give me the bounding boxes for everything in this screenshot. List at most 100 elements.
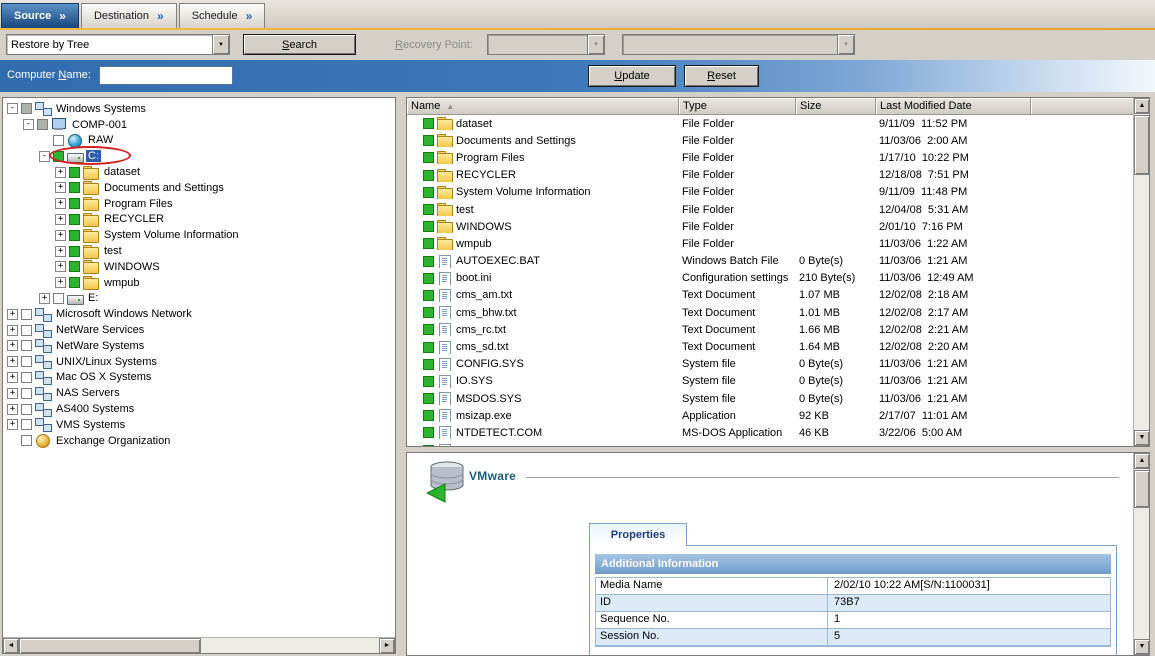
table-row[interactable]: cms_am.txtText Document1.07 MB12/02/08 2… [407,287,1133,304]
file-list-scrollbar[interactable]: ▲ ▼ [1133,98,1149,446]
tree-expander[interactable]: + [7,419,18,430]
tree-item[interactable]: -COMP-001 [3,117,395,133]
tree-checkbox[interactable] [21,419,32,430]
table-row[interactable]: testFile Folder12/04/08 5:31 AM [407,201,1133,218]
tree-checkbox[interactable] [21,404,32,415]
scrollbar-thumb[interactable] [19,638,201,654]
tree-checkbox[interactable] [21,340,32,351]
scroll-down-button[interactable]: ▼ [1134,430,1150,446]
scroll-up-button[interactable]: ▲ [1134,98,1150,114]
search-button[interactable]: Search [243,34,356,55]
table-row[interactable]: cms_sd.txtText Document1.64 MB12/02/08 2… [407,338,1133,355]
tree-item[interactable]: +NetWare Services [3,322,395,338]
tree-item[interactable]: -Windows Systems [3,101,395,117]
row-checkbox[interactable] [423,152,434,163]
row-checkbox[interactable] [423,342,434,353]
row-checkbox[interactable] [423,376,434,387]
tree-checkbox[interactable] [21,435,32,446]
tree-expander[interactable]: + [55,246,66,257]
tab-properties[interactable]: Properties [589,523,687,546]
tree-item[interactable]: +Documents and Settings [3,180,395,196]
row-checkbox[interactable] [423,204,434,215]
computer-name-input[interactable] [99,66,233,85]
tree-checkbox[interactable] [53,135,64,146]
tree-item[interactable]: -C: [3,148,395,164]
tree-checkbox[interactable] [69,198,80,209]
tree-checkbox[interactable] [37,119,48,130]
table-row[interactable]: MSDOS.SYSSystem file0 Byte(s)11/03/06 1:… [407,390,1133,407]
tree-expander[interactable]: + [55,277,66,288]
tree-checkbox[interactable] [69,182,80,193]
update-button[interactable]: Update [588,65,676,87]
tree-item[interactable]: +WINDOWS [3,259,395,275]
row-checkbox[interactable] [423,393,434,404]
tree-item[interactable]: +NetWare Systems [3,338,395,354]
tree-expander[interactable]: + [7,325,18,336]
tree-expander[interactable]: + [55,198,66,209]
table-row[interactable]: datasetFile Folder9/11/09 11:52 PM [407,115,1133,132]
row-checkbox[interactable] [423,238,434,249]
tree-item[interactable]: +UNIX/Linux Systems [3,354,395,370]
tree-expander[interactable]: + [7,340,18,351]
table-row[interactable]: WINDOWSFile Folder2/01/10 7:16 PM [407,218,1133,235]
tree-horizontal-scrollbar[interactable]: ◄ ► [3,637,395,653]
table-row[interactable]: NTDETECT.COMMS-DOS Application46 KB3/22/… [407,424,1133,441]
tree-checkbox[interactable] [21,325,32,336]
tree-expander[interactable]: - [39,151,50,162]
tree-expander[interactable]: + [7,356,18,367]
tree-expander[interactable]: + [7,309,18,320]
tree-item[interactable]: RAW [3,133,395,149]
tree-expander[interactable]: - [23,119,34,130]
table-row[interactable]: Documents and SettingsFile Folder11/03/0… [407,132,1133,149]
tree-item[interactable]: +Program Files [3,196,395,212]
row-checkbox[interactable] [423,118,434,129]
row-checkbox[interactable] [423,410,434,421]
table-row[interactable]: AUTOEXEC.BATWindows Batch File0 Byte(s)1… [407,253,1133,270]
tree-expander[interactable]: + [7,404,18,415]
scroll-right-button[interactable]: ► [379,638,395,654]
scroll-up-button[interactable]: ▲ [1134,453,1150,469]
tree-item[interactable]: +NAS Servers [3,385,395,401]
scroll-left-button[interactable]: ◄ [3,638,19,654]
tree-checkbox[interactable] [53,151,64,162]
table-row[interactable]: IO.SYSSystem file0 Byte(s)11/03/06 1:21 … [407,373,1133,390]
tree-checkbox[interactable] [69,167,80,178]
tree-expander[interactable]: + [55,214,66,225]
dropdown-arrow-icon[interactable]: ▼ [212,35,229,54]
tree-expander[interactable]: + [7,388,18,399]
tree-checkbox[interactable] [21,388,32,399]
row-checkbox[interactable] [423,324,434,335]
tree-checkbox[interactable] [69,277,80,288]
tree-item[interactable]: +Mac OS X Systems [3,370,395,386]
tree-checkbox[interactable] [21,356,32,367]
tree-expander[interactable]: + [39,293,50,304]
tree-expander[interactable]: + [55,167,66,178]
table-row[interactable]: boot.iniConfiguration settings210 Byte(s… [407,270,1133,287]
column-header-name[interactable]: Name▲ [407,98,679,115]
tree-expander[interactable]: + [7,372,18,383]
row-checkbox[interactable] [423,187,434,198]
table-row[interactable]: CONFIG.SYSSystem file0 Byte(s)11/03/06 1… [407,356,1133,373]
table-row[interactable]: cms_rc.txtText Document1.66 MB12/02/08 2… [407,321,1133,338]
column-header-size[interactable]: Size [796,98,876,115]
reset-button[interactable]: Reset [684,65,759,87]
tree-expander[interactable]: + [55,230,66,241]
row-checkbox[interactable] [423,290,434,301]
table-row[interactable]: RECYCLERFile Folder12/18/08 7:51 PM [407,167,1133,184]
row-checkbox[interactable] [423,256,434,267]
tree-item[interactable]: +wmpub [3,275,395,291]
column-header-type[interactable]: Type [679,98,796,115]
tree-item[interactable]: +System Volume Information [3,227,395,243]
column-header-last-modified-date[interactable]: Last Modified Date [876,98,1031,115]
scrollbar-thumb[interactable] [1134,115,1150,175]
tree-item[interactable]: +Microsoft Windows Network [3,306,395,322]
row-checkbox[interactable] [423,307,434,318]
table-row[interactable]: wmpubFile Folder11/03/06 1:22 AM [407,235,1133,252]
tree-expander[interactable]: - [7,103,18,114]
scrollbar-thumb[interactable] [1134,470,1150,508]
tree-item[interactable]: +VMS Systems [3,417,395,433]
tab-schedule[interactable]: Schedule» [179,3,266,28]
tree-checkbox[interactable] [21,103,32,114]
tree-item[interactable]: +E: [3,291,395,307]
row-checkbox[interactable] [423,445,434,446]
